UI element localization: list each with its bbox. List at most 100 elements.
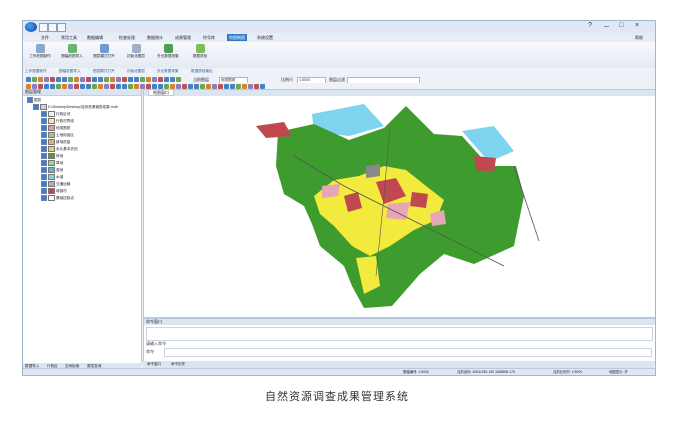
tree-db[interactable]: D:\Desktop\Desktop\自然资源调查成果.mdb xyxy=(33,104,118,111)
tool-icon[interactable] xyxy=(56,77,61,82)
red-area xyxy=(474,156,496,172)
menu-check[interactable]: 检查处理 xyxy=(117,34,137,41)
layer-item[interactable]: 林地 xyxy=(41,153,63,160)
map-tab[interactable]: 地图窗口 xyxy=(148,89,174,96)
tool-icon[interactable] xyxy=(32,77,37,82)
checkbox[interactable] xyxy=(41,146,47,153)
layer-item[interactable]: 城镇村 xyxy=(41,188,67,195)
layer-item[interactable]: 地类图斑 xyxy=(41,125,71,132)
layer-item[interactable]: 交通运输 xyxy=(41,181,70,188)
layer-label: 行政村界线 xyxy=(56,119,74,123)
layer-item[interactable]: 草地 xyxy=(41,160,63,167)
subbar-item[interactable]: 工作底图制作 xyxy=(25,68,47,74)
tool-icon[interactable] xyxy=(158,77,163,82)
tool-icon[interactable] xyxy=(140,77,145,82)
tool-icon[interactable] xyxy=(68,77,73,82)
tool-icon[interactable] xyxy=(98,77,103,82)
checkbox[interactable] xyxy=(41,111,47,118)
tool-icon[interactable] xyxy=(44,77,49,82)
tool-icon[interactable] xyxy=(50,77,55,82)
subbar-item[interactable]: 外业数据采集 xyxy=(157,68,179,74)
layer-item[interactable]: 行政村界线 xyxy=(41,118,74,125)
command-output xyxy=(146,327,653,341)
tool-icon[interactable] xyxy=(110,77,115,82)
ribbon-button-collect[interactable]: 外业数据采集 xyxy=(153,43,183,66)
help-button[interactable]: ? xyxy=(588,22,592,29)
checkbox[interactable] xyxy=(41,167,47,174)
layer-label: 地类图斑 xyxy=(56,126,71,130)
menu-symbols[interactable]: 符号库 xyxy=(201,34,217,41)
ribbon-button-open-layer[interactable]: 图层模式打开 xyxy=(89,43,119,66)
close-button[interactable]: × xyxy=(635,22,639,29)
tree-root[interactable]: 图层 xyxy=(27,97,41,104)
menu-stats[interactable]: 数据统计 xyxy=(145,34,165,41)
checkbox[interactable] xyxy=(33,104,39,111)
quick-undo-icon[interactable] xyxy=(57,23,66,32)
tool-icon[interactable] xyxy=(152,77,157,82)
layer-item[interactable]: 耕地质量 xyxy=(41,139,70,146)
status-sheet: 图幅编号: 1:5000 xyxy=(403,370,429,374)
minimize-button[interactable]: － xyxy=(603,22,610,32)
tool-icon[interactable] xyxy=(128,77,133,82)
menu-cartography[interactable]: 地图制图 xyxy=(227,34,247,41)
layer-item[interactable]: 永久基本农田 xyxy=(41,146,78,153)
map-window[interactable]: 地图窗口 xyxy=(143,89,655,318)
tool-icon[interactable] xyxy=(164,77,169,82)
ribbon-button-import[interactable]: 图幅底图导入 xyxy=(57,43,87,66)
checkbox[interactable] xyxy=(27,97,33,104)
checkbox[interactable] xyxy=(41,118,47,125)
quick-save-icon[interactable] xyxy=(39,23,48,32)
subbar-item[interactable]: 图层模式打开 xyxy=(93,68,115,74)
red-area xyxy=(410,192,428,208)
tool-icon[interactable] xyxy=(146,77,151,82)
basemap-icon xyxy=(35,44,45,53)
ribbon-button-qc[interactable]: 数据质检 xyxy=(185,43,215,66)
quick-open-icon[interactable] xyxy=(48,23,57,32)
tool-icon[interactable] xyxy=(26,77,31,82)
tool-icon[interactable] xyxy=(134,77,139,82)
tool-icon[interactable] xyxy=(62,77,67,82)
checkbox[interactable] xyxy=(41,153,47,160)
layer-item[interactable]: 基础控制点 xyxy=(41,195,74,202)
ribbon-button-basemap[interactable]: 工作底图制作 xyxy=(25,43,55,66)
checkbox[interactable] xyxy=(41,160,47,167)
menu-results[interactable]: 成果管理 xyxy=(173,34,193,41)
layer-item[interactable]: 土地用途区 xyxy=(41,132,74,139)
tool-icon[interactable] xyxy=(176,77,181,82)
tool-icon[interactable] xyxy=(38,77,43,82)
checkbox[interactable] xyxy=(41,195,47,202)
land-use-map[interactable] xyxy=(144,96,655,317)
command-input[interactable] xyxy=(164,348,652,357)
layer-item[interactable]: 行政区划 xyxy=(41,111,70,118)
tool-icon[interactable] xyxy=(104,77,109,82)
tool-icon[interactable] xyxy=(122,77,127,82)
checkbox[interactable] xyxy=(41,174,47,181)
ribbon-button-init[interactable]: 初始化图层 xyxy=(121,43,151,66)
checkbox[interactable] xyxy=(41,188,47,195)
checkbox[interactable] xyxy=(41,125,47,132)
checkbox[interactable] xyxy=(41,139,47,146)
tool-icon[interactable] xyxy=(116,77,121,82)
checkbox[interactable] xyxy=(41,181,47,188)
tool-icon[interactable] xyxy=(170,77,175,82)
subbar-item[interactable]: 图幅底图导入 xyxy=(59,68,81,74)
ribbon-label: 图幅底图导入 xyxy=(61,54,83,58)
menu-file[interactable]: 文件 xyxy=(39,34,51,41)
layer-item[interactable]: 水域 xyxy=(41,174,63,181)
tool-icon[interactable] xyxy=(92,77,97,82)
menu-help[interactable]: 帮助 xyxy=(633,34,645,41)
checkbox[interactable] xyxy=(41,132,47,139)
layer-panel-title: 图层管理 xyxy=(23,89,141,96)
tool-icon[interactable] xyxy=(80,77,85,82)
menu-settings[interactable]: 系统设置 xyxy=(255,34,275,41)
layer-item[interactable]: 湿地 xyxy=(41,167,63,174)
menu-edit[interactable]: 数据编辑 xyxy=(85,34,105,41)
tab-history[interactable]: 命令历史 xyxy=(171,361,185,368)
tool-icon[interactable] xyxy=(74,77,79,82)
tab-command[interactable]: 命令窗口 xyxy=(147,361,161,368)
tool-icon[interactable] xyxy=(86,77,91,82)
subbar-item[interactable]: 数据质检输出 xyxy=(191,68,213,74)
maximize-button[interactable]: □ xyxy=(619,22,623,29)
menu-tools[interactable]: 常用工具 xyxy=(59,34,79,41)
subbar-item[interactable]: 初始化图层 xyxy=(127,68,145,74)
